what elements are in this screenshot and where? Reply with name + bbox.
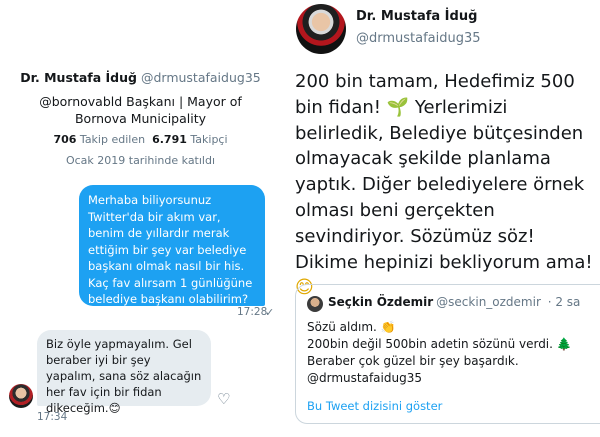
quoted-author-handle[interactable]: @seckin_ozdemir (436, 295, 541, 309)
quoted-tweet-time: · 2 sa (547, 295, 581, 309)
dm-profile-header: Dr. Mustafa İduğ @drmustafaidug35 @bornov… (0, 70, 281, 167)
outgoing-message-bubble[interactable]: Merhaba biliyorsunuz Twitter'da bir akım… (79, 185, 265, 306)
profile-name-row: Dr. Mustafa İduğ @drmustafaidug35 (0, 70, 281, 85)
profile-bio: @bornovabld Başkanı | Mayor of Bornova M… (39, 94, 242, 126)
quoted-author-name[interactable]: Seçkin Özdemir (328, 295, 433, 309)
quoted-line-2: 200bin değil 500bin adetin sözünü verdi.… (307, 336, 597, 353)
quoted-tweet-header: Seçkin Özdemir @seckin_ozdemir · 2 sa (328, 295, 580, 309)
quoted-line-2-text: 200bin değil 500bin adetin sözünü verdi. (307, 337, 557, 351)
quoted-tweet[interactable]: Seçkin Özdemir @seckin_ozdemir · 2 sa Söz… (295, 284, 600, 424)
profile-handle[interactable]: @drmustafaidug35 (141, 70, 261, 85)
followers-label[interactable]: Takipçi (190, 133, 227, 146)
following-label[interactable]: Takip edilen (80, 133, 145, 146)
quoted-line-3: Beraber çok güzel bir şey başardık. (307, 354, 519, 368)
quoted-line-1-text: Sözü aldım. (307, 320, 381, 334)
show-thread-link[interactable]: Bu Tweet dizisini göster (307, 399, 442, 413)
quoted-tweet-body: Sözü aldım. 👏 200bin değil 500bin adetin… (307, 319, 597, 387)
profile-joined-date: Ocak 2019 tarihinde katıldı (65, 154, 216, 167)
check-icon: ✓ (265, 306, 275, 319)
following-count[interactable]: 706 (53, 133, 76, 146)
quoted-author-avatar[interactable] (307, 296, 323, 312)
author-handle[interactable]: @drmustafaidug35 (356, 31, 481, 46)
profile-name[interactable]: Dr. Mustafa İduğ (20, 70, 137, 85)
followers-count[interactable]: 6.791 (152, 133, 187, 146)
tweet-text-part2: Yerlerimizi belirledik, Belediye bütçesi… (295, 96, 593, 273)
quoted-line-1: Sözü aldım. 👏 (307, 319, 597, 336)
incoming-message-bubble[interactable]: Biz öyle yapmayalım. Gel beraber iyi bir… (37, 330, 211, 415)
tweet-panel: Dr. Mustafa İduğ @drmustafaidug35 200 bi… (290, 0, 600, 437)
quoted-mention[interactable]: @drmustafaidug35 (307, 370, 597, 387)
tweet-text: 200 bin tamam, Hedefimiz 500 bin fidan! … (295, 69, 600, 301)
dm-conversation-panel: Dr. Mustafa İduğ @drmustafaidug35 @bornov… (0, 0, 281, 437)
avatar[interactable] (9, 384, 33, 408)
incoming-message-time: 17:34 (37, 411, 68, 423)
clap-icon: 👏 (380, 320, 396, 334)
outgoing-message-time: 17:28 (237, 306, 268, 318)
seedling-icon: 🌱 (386, 96, 410, 118)
panel-divider (281, 0, 290, 437)
tree-icon: 🌲 (556, 337, 572, 351)
author-name[interactable]: Dr. Mustafa İduğ (356, 9, 477, 24)
author-avatar[interactable] (296, 4, 346, 54)
heart-add-icon[interactable]: ♡ (217, 390, 230, 408)
profile-stats: 706 Takip edilen 6.791 Takipçi (0, 133, 281, 146)
